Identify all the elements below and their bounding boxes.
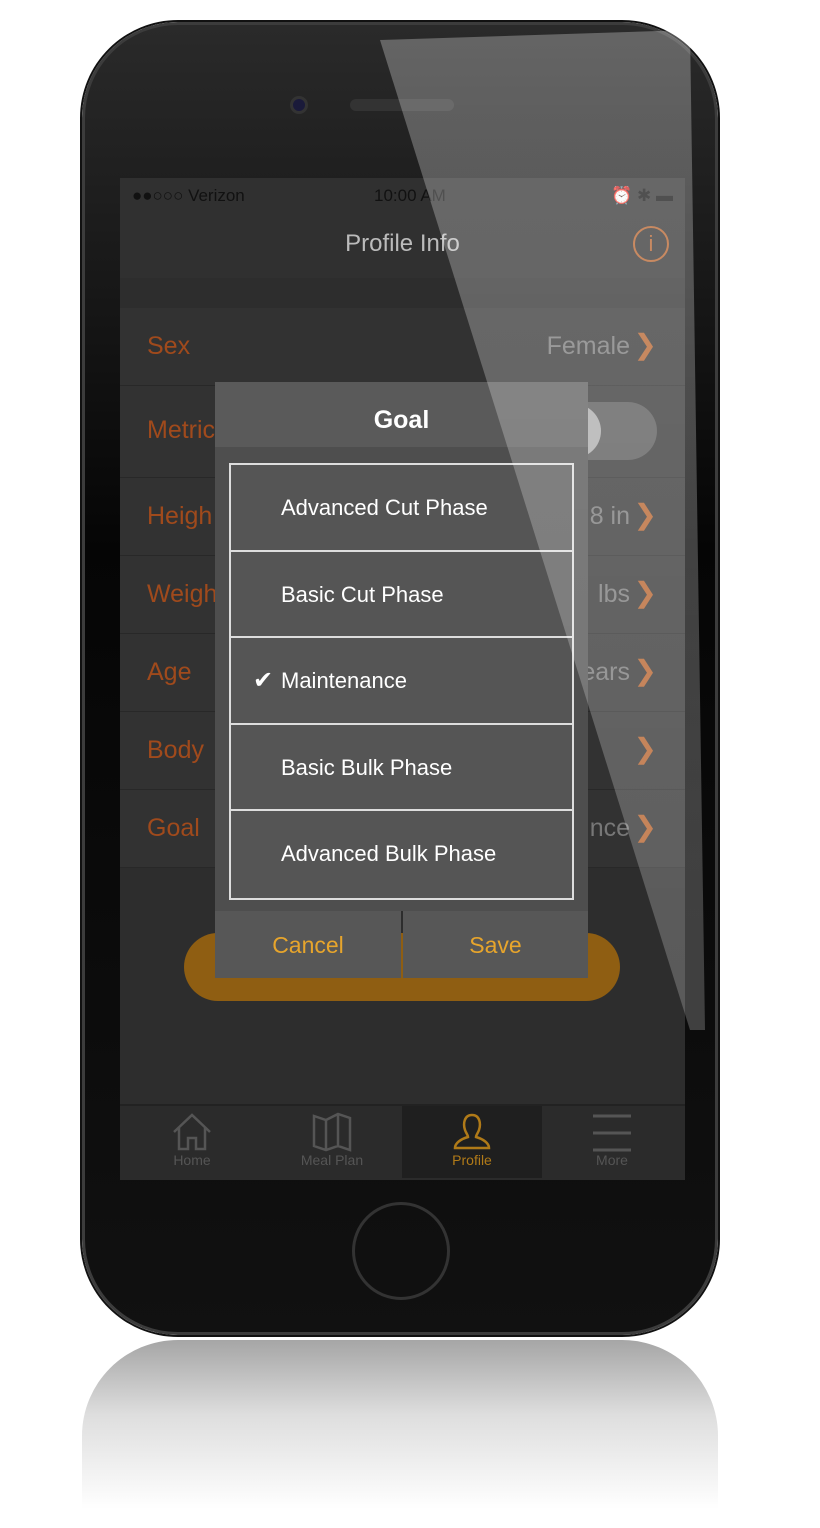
row-value: Female — [546, 332, 630, 360]
option-advanced-bulk[interactable]: Advanced Bulk Phase — [231, 811, 572, 898]
checkmark-icon: ✔ — [253, 667, 274, 694]
tab-label: Home — [173, 1152, 211, 1168]
home-icon — [173, 1113, 211, 1151]
option-label: Advanced Bulk Phase — [281, 841, 497, 866]
option-advanced-cut[interactable]: Advanced Cut Phase — [231, 465, 572, 552]
tab-profile[interactable]: Profile — [402, 1106, 542, 1178]
row-value: lbs — [598, 580, 630, 608]
row-sex[interactable]: Sex Female ❯ — [120, 308, 685, 386]
tab-label: Profile — [452, 1152, 492, 1168]
menu-icon — [593, 1114, 631, 1152]
row-label: Heigh — [147, 502, 213, 530]
chevron-right-icon: ❯ — [633, 811, 657, 842]
chevron-right-icon: ❯ — [633, 733, 657, 764]
tab-label: More — [596, 1152, 628, 1168]
carrier: ●●○○○ Verizon — [132, 186, 245, 205]
row-value: ears — [581, 658, 630, 686]
camera — [290, 96, 308, 114]
screen: ●●○○○ Verizon 10:00 AM ⏰ ✱ ▬ Profile Inf… — [120, 178, 685, 1180]
map-icon — [312, 1112, 352, 1152]
tab-more[interactable]: More — [542, 1106, 682, 1178]
option-label: Advanced Cut Phase — [281, 495, 488, 520]
row-label: Metric — [147, 416, 216, 444]
row-label: Goal — [147, 814, 200, 842]
option-basic-cut[interactable]: Basic Cut Phase — [231, 551, 572, 638]
goal-dialog: Goal Advanced Cut Phase Basic Cut Phase … — [215, 382, 588, 978]
row-value: 8 in — [589, 502, 630, 530]
chevron-right-icon: ❯ — [633, 655, 657, 686]
row-value: nce — [589, 814, 630, 842]
chevron-right-icon: ❯ — [633, 499, 657, 530]
user-icon — [453, 1113, 491, 1150]
save-button[interactable]: Save — [403, 911, 588, 978]
tab-meal-plan[interactable]: Meal Plan — [262, 1106, 402, 1178]
info-icon[interactable]: i — [633, 226, 669, 262]
option-label: Basic Bulk Phase — [281, 754, 453, 780]
tab-home[interactable]: Home — [122, 1106, 262, 1178]
status-bar: ●●○○○ Verizon 10:00 AM ⏰ ✱ ▬ — [132, 186, 673, 210]
phone-reflection — [82, 1340, 718, 1528]
nav-bar: ●●○○○ Verizon 10:00 AM ⏰ ✱ ▬ Profile Inf… — [120, 178, 685, 278]
speaker — [350, 99, 454, 111]
option-label: Maintenance — [281, 668, 407, 693]
clock: 10:00 AM — [374, 186, 446, 205]
page-title: Profile Info — [345, 230, 460, 257]
cancel-button[interactable]: Cancel — [215, 911, 401, 978]
option-maintenance[interactable]: ✔ Maintenance — [231, 638, 572, 725]
row-label: Age — [147, 658, 192, 686]
option-basic-bulk[interactable]: Basic Bulk Phase — [231, 724, 572, 811]
option-label: Basic Cut Phase — [281, 581, 444, 607]
dialog-title: Goal — [215, 382, 588, 447]
tab-label: Meal Plan — [300, 1152, 364, 1168]
row-label: Body — [147, 736, 204, 764]
row-label: Sex — [147, 332, 191, 360]
row-label: Weigh — [147, 580, 218, 608]
chevron-right-icon: ❯ — [633, 577, 657, 608]
battery-icon: ⏰ ✱ ▬ — [611, 186, 673, 205]
chevron-right-icon: ❯ — [633, 329, 657, 360]
home-hardware-button[interactable] — [352, 1202, 450, 1300]
goal-options: Advanced Cut Phase Basic Cut Phase ✔ Main… — [229, 463, 574, 900]
tab-bar: Home Meal Plan Profile More — [120, 1104, 685, 1180]
